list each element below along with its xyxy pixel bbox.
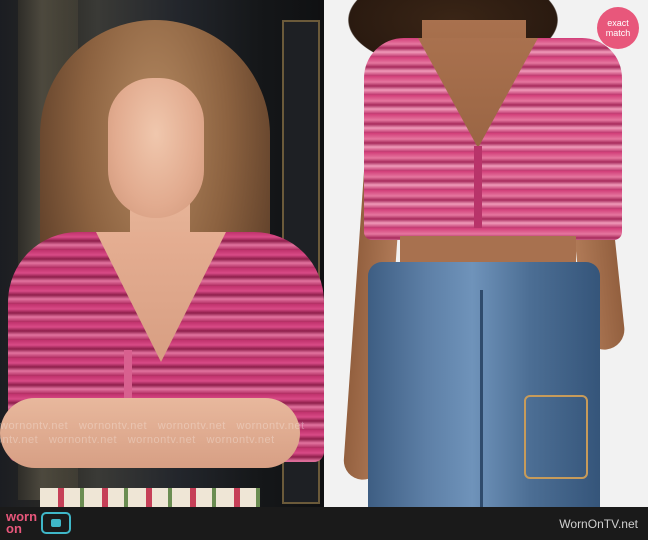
jeans-seam xyxy=(480,290,483,507)
product-photo xyxy=(324,0,648,507)
watermark: wornontv.net wornontv.net wornontv.net w… xyxy=(0,420,305,446)
footer-bar: worn on WornOnTV.net xyxy=(0,507,648,540)
badge-line2: match xyxy=(605,28,631,38)
actress-face xyxy=(108,78,204,218)
wornontv-logo[interactable]: worn on xyxy=(6,509,72,536)
badge-line1: exact xyxy=(607,18,629,28)
product-button-placket xyxy=(474,146,482,228)
site-url[interactable]: WornOnTV.net xyxy=(559,517,638,531)
floral-skirt xyxy=(40,488,260,507)
exact-match-badge: exact match xyxy=(597,7,639,49)
jeans-cargo-pocket xyxy=(524,395,588,479)
logo-text: worn on xyxy=(6,509,38,536)
tv-icon xyxy=(41,512,72,534)
